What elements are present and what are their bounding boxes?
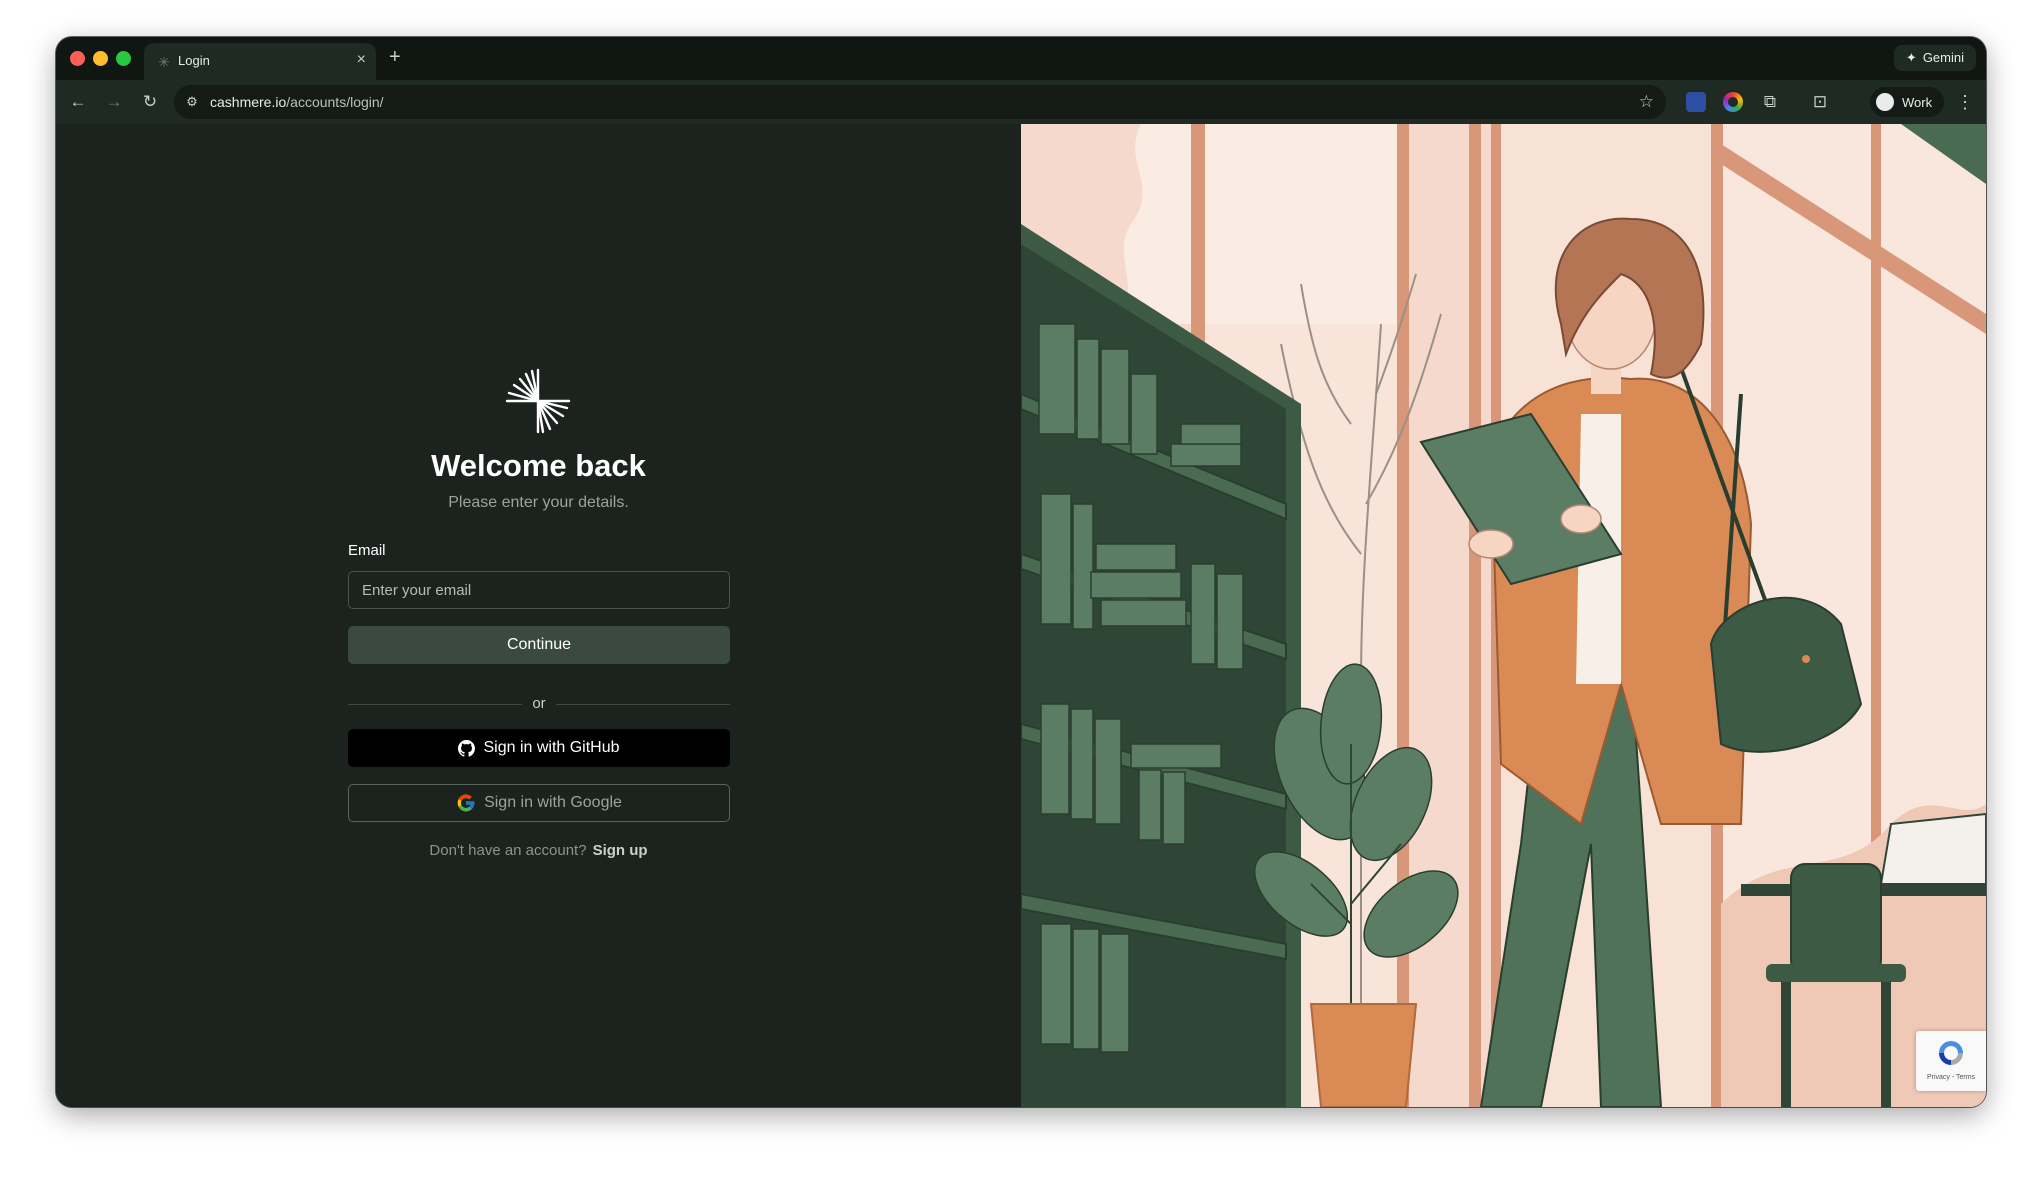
extension-icon[interactable]: [1686, 92, 1706, 112]
close-icon[interactable]: ×: [357, 50, 366, 70]
tab-favicon-icon: ✳: [158, 54, 170, 70]
recaptcha-text: Privacy - Terms: [1926, 1074, 1976, 1081]
avatar-icon: [1876, 93, 1894, 111]
kebab-menu-icon[interactable]: ⋮: [1956, 90, 1974, 114]
maximize-window-button[interactable]: [116, 51, 131, 66]
page-subtitle: Please enter your details.: [448, 494, 629, 511]
login-panel: Welcome back Please enter your details. …: [56, 124, 1021, 1107]
browser-toolbar: ← → ↻ ⚙ cashmere.io/accounts/login/ ☆ ⧉ …: [56, 80, 1986, 124]
profile-button[interactable]: Work: [1870, 87, 1945, 117]
email-label: Email: [348, 542, 386, 559]
minimize-window-button[interactable]: [93, 51, 108, 66]
google-signin-button[interactable]: Sign in with Google: [348, 784, 730, 822]
url-text: cashmere.io/accounts/login/: [210, 94, 384, 110]
plus-icon[interactable]: +: [389, 46, 401, 68]
puzzle-icon[interactable]: ⧉: [1760, 92, 1780, 112]
close-window-button[interactable]: [70, 51, 85, 66]
github-signin-button[interactable]: Sign in with GitHub: [348, 729, 730, 767]
title-bar: ✳ Login × + ✦ Gemini: [56, 37, 1986, 80]
recaptcha-icon: [1939, 1041, 1963, 1065]
url-domain: cashmere.io: [210, 94, 287, 110]
signup-row: Don't have an account? Sign up: [56, 842, 1021, 859]
continue-button[interactable]: Continue: [348, 626, 730, 664]
woman-reading-illustration: [1021, 124, 1986, 1107]
extension-icon[interactable]: [1723, 92, 1743, 112]
page-content: Welcome back Please enter your details. …: [56, 124, 1986, 1107]
star-icon[interactable]: ☆: [1639, 92, 1654, 112]
forward-icon[interactable]: →: [102, 90, 126, 114]
url-path: /accounts/login/: [286, 94, 384, 110]
google-button-label: Sign in with Google: [484, 794, 622, 811]
tab-search-icon[interactable]: ⊡: [1810, 92, 1830, 112]
tab-login[interactable]: ✳ Login ×: [144, 43, 376, 80]
gemini-button[interactable]: ✦ Gemini: [1893, 45, 1976, 71]
tab-title: Login: [178, 53, 210, 68]
page-title: Welcome back: [431, 448, 646, 483]
browser-window: ✳ Login × + ✦ Gemini ← → ↻ ⚙ cashmere.io…: [56, 37, 1986, 1107]
or-divider: or: [348, 694, 730, 714]
gemini-label: Gemini: [1922, 50, 1964, 65]
back-icon[interactable]: ←: [66, 90, 90, 114]
illustration-panel: Privacy - Terms: [1021, 124, 1986, 1107]
email-field[interactable]: [348, 571, 730, 609]
github-button-label: Sign in with GitHub: [483, 739, 620, 756]
recaptcha-badge[interactable]: Privacy - Terms: [1916, 1031, 1986, 1091]
sparkle-icon: ✦: [1905, 50, 1917, 65]
divider-line: [556, 704, 730, 705]
site-settings-icon[interactable]: ⚙: [184, 94, 200, 110]
reload-icon[interactable]: ↻: [138, 90, 162, 114]
logo-burst-icon: [505, 368, 571, 434]
google-icon: [457, 794, 475, 812]
signup-link[interactable]: Sign up: [593, 842, 648, 859]
github-icon: [458, 739, 476, 757]
profile-label: Work: [1902, 94, 1933, 110]
signup-prompt: Don't have an account?: [429, 842, 587, 859]
address-bar[interactable]: ⚙ cashmere.io/accounts/login/ ☆: [174, 85, 1666, 119]
